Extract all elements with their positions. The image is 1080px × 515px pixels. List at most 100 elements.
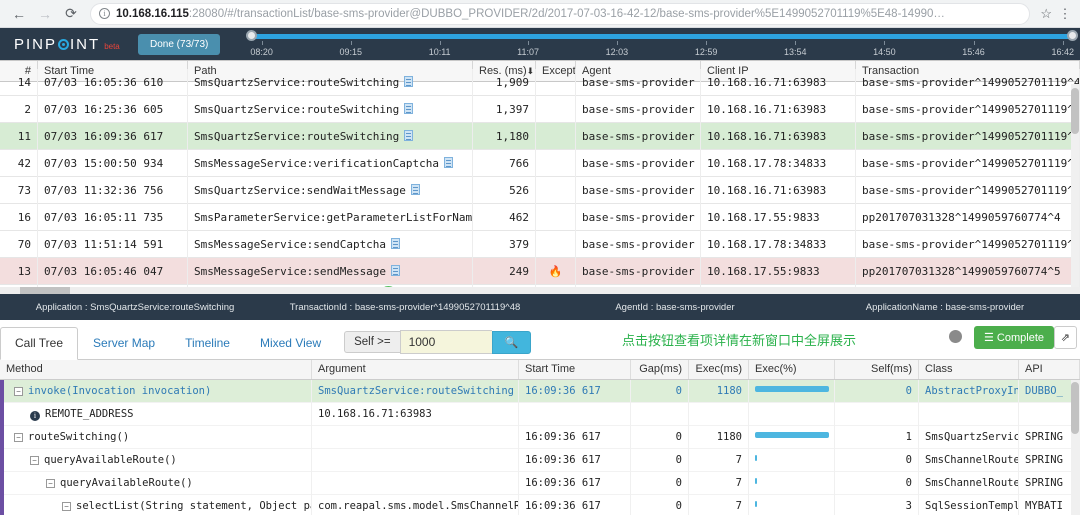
col-exec-pct[interactable]: Exec(%) xyxy=(749,360,835,379)
table-row[interactable]: 13 07/03 16:05:46 047 SmsMessageService:se… xyxy=(0,257,1080,285)
time-range-slider[interactable]: 08:20 09:15 10:11 11:07 12:03 12:59 13:54 14:50… xyxy=(238,28,1080,60)
cell-self-ms: 0 xyxy=(835,448,919,472)
self-filter-search-button[interactable]: 🔍 xyxy=(491,330,532,354)
site-info-icon[interactable]: i xyxy=(99,8,110,19)
table-row[interactable]: 73 07/03 11:32:36 756 SmsQuartzService:sen… xyxy=(0,176,1080,204)
col-ct-start-time[interactable]: Start Time xyxy=(519,360,631,379)
self-filter-label: Self >= xyxy=(344,331,400,353)
col-api[interactable]: API xyxy=(1019,360,1080,379)
call-tree-row[interactable]: − invoke(Invocation invocation) SmsQuartzS… xyxy=(0,379,1080,403)
transaction-list: # Start Time Path Res. (ms)⬇ Exception A… xyxy=(0,60,1080,294)
table-row[interactable]: 70 07/03 11:51:14 591 SmsMessageService:se… xyxy=(0,230,1080,258)
cell-client-ip: 10.168.17.78:34833 xyxy=(701,149,856,177)
tree-toggle-icon[interactable]: − xyxy=(14,432,23,442)
scrollbar-thumb[interactable] xyxy=(1071,88,1079,134)
cell-res-ms: 526 xyxy=(473,176,536,204)
col-gap[interactable]: Gap(ms) xyxy=(631,360,689,379)
cell-argument xyxy=(312,425,519,449)
exec-percent-bar xyxy=(755,500,757,507)
table-row[interactable]: 42 07/03 15:00:50 934 SmsMessageService:ve… xyxy=(0,149,1080,177)
detail-doc-icon[interactable] xyxy=(404,129,414,141)
table-row[interactable]: 14 07/03 16:05:36 610 SmsQuartzService:rou… xyxy=(0,68,1080,96)
cell-start-time: 16:09:36 617 xyxy=(519,448,631,472)
col-method[interactable]: Method xyxy=(0,360,312,379)
cell-exec-pct xyxy=(749,471,835,495)
forward-icon[interactable]: → xyxy=(32,1,58,27)
table-row[interactable]: 2 07/03 16:25:36 605 SmsQuartzService:rout… xyxy=(0,95,1080,123)
tab-mixed-view[interactable]: Mixed View xyxy=(245,327,336,360)
tree-toggle-icon[interactable]: − xyxy=(62,501,71,511)
cell-exec-ms: 7 xyxy=(689,471,749,495)
url-path: :28080/#/transactionList/base-sms-provid… xyxy=(188,7,945,20)
table-horizontal-scrollbar[interactable] xyxy=(0,287,1080,294)
col-self-ms[interactable]: Self(ms) xyxy=(835,360,919,379)
table-row[interactable]: 11 07/03 16:09:36 617 SmsQuartzService:rou… xyxy=(0,122,1080,150)
cell-class: SqlSessionTempl… xyxy=(919,494,1019,515)
col-exec-ms[interactable]: Exec(ms) xyxy=(689,360,749,379)
cell-agent: base-sms-provider xyxy=(576,95,701,123)
slider-handle-left[interactable] xyxy=(246,30,258,41)
cell-exec-pct xyxy=(749,448,835,472)
call-tree-row[interactable]: − queryAvailableRoute() 16:09:36 617 0 7 0 Sms… xyxy=(0,448,1080,472)
cell-path: SmsMessageService:sendMessage xyxy=(188,257,473,285)
cell-exception xyxy=(536,230,576,258)
tree-toggle-icon[interactable]: − xyxy=(14,386,23,396)
tree-toggle-icon[interactable]: − xyxy=(30,455,39,465)
url-host: 10.168.16.115 xyxy=(116,7,189,20)
call-tree-row[interactable]: − queryAvailableRoute() 16:09:36 617 0 7 0 Sms… xyxy=(0,471,1080,495)
done-status-badge[interactable]: Done (73/73) xyxy=(138,33,221,55)
cell-path: SmsMessageService:verificationCaptcha xyxy=(188,149,473,177)
col-argument[interactable]: Argument xyxy=(312,360,519,379)
cell-index: 11 xyxy=(0,122,38,150)
col-class[interactable]: Class xyxy=(919,360,1019,379)
slider-track[interactable] xyxy=(250,34,1074,39)
address-bar[interactable]: i 10.168.16.115:28080/#/transactionList/… xyxy=(90,2,1031,25)
open-new-window-button[interactable]: ⇗ xyxy=(1053,326,1077,349)
bookmark-star-icon[interactable]: ☆ xyxy=(1036,6,1056,22)
back-icon[interactable]: ← xyxy=(6,1,32,27)
tab-call-tree[interactable]: Call Tree xyxy=(0,327,79,360)
cell-path: SmsQuartzService:sendWaitMessage xyxy=(188,176,473,204)
call-tree-scrollbar[interactable] xyxy=(1071,380,1079,515)
cell-exec-ms: 7 xyxy=(689,448,749,472)
browser-menu-icon[interactable]: ⋮ xyxy=(1056,7,1074,20)
call-tree-row[interactable]: −selectList(String statement, Object par… xyxy=(0,494,1080,515)
call-tree-row[interactable]: − routeSwitching() 16:09:36 617 0 1180 1 SmsQu… xyxy=(0,425,1080,449)
hscrollbar-thumb[interactable] xyxy=(20,287,70,294)
cell-self-ms: 0 xyxy=(835,471,919,495)
cell-res-ms: 249 xyxy=(473,257,536,285)
self-filter-input[interactable]: 1000 xyxy=(399,330,492,354)
pinpoint-logo[interactable]: PINP INT beta xyxy=(0,36,138,53)
detail-doc-icon[interactable] xyxy=(444,156,454,168)
detail-doc-icon[interactable] xyxy=(404,75,414,87)
tree-toggle-icon[interactable]: − xyxy=(46,478,55,488)
detail-doc-icon[interactable] xyxy=(391,237,401,249)
tab-timeline[interactable]: Timeline xyxy=(170,327,245,360)
slider-handle-right[interactable] xyxy=(1067,30,1078,41)
reload-icon[interactable]: ⟳ xyxy=(58,1,84,27)
cell-path: SmsParameterService:getParameterListForN… xyxy=(188,203,473,231)
cell-res-ms: 1,909 xyxy=(473,68,536,96)
cell-self-ms: 1 xyxy=(835,425,919,449)
gear-icon[interactable] xyxy=(949,330,962,343)
cell-res-ms: 462 xyxy=(473,203,536,231)
cell-start-time: 16:09:36 617 xyxy=(519,494,631,515)
call-tree-row[interactable]: i REMOTE_ADDRESS 10.168.16.71:63983 xyxy=(0,402,1080,426)
table-row[interactable]: 16 07/03 16:05:11 735 SmsParameterService:… xyxy=(0,203,1080,231)
detail-doc-icon[interactable] xyxy=(410,183,420,195)
timeline-tick-7: 14:50 xyxy=(873,41,896,57)
detail-doc-icon[interactable] xyxy=(391,264,401,276)
transaction-info-bar: Application : SmsQuartzService:routeSwit… xyxy=(0,294,1080,320)
cell-start-time: 07/03 16:09:36 617 xyxy=(38,122,188,150)
call-tree-scroll-thumb[interactable] xyxy=(1071,382,1079,434)
exec-percent-bar xyxy=(755,477,757,484)
cell-exec-pct xyxy=(749,379,835,403)
table-vertical-scrollbar[interactable] xyxy=(1071,84,1079,290)
tab-server-map[interactable]: Server Map xyxy=(78,327,170,360)
cell-self-ms: 0 xyxy=(835,379,919,403)
path-text: SmsQuartzService:sendWaitMessage xyxy=(194,183,406,197)
detail-doc-icon[interactable] xyxy=(404,102,414,114)
cell-agent: base-sms-provider xyxy=(576,203,701,231)
complete-button[interactable]: ☰ Complete xyxy=(973,326,1054,349)
cell-index: 2 xyxy=(0,95,38,123)
